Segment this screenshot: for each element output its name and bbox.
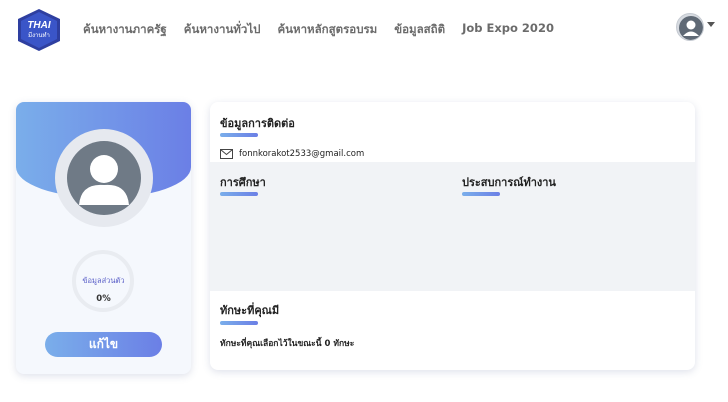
skills-title-underline bbox=[220, 321, 258, 325]
experience-section-title: ประสบการณ์ทำงาน bbox=[462, 176, 556, 189]
education-experience-panel: การศึกษา ประสบการณ์ทำงาน bbox=[210, 162, 695, 291]
chevron-down-icon[interactable] bbox=[707, 22, 715, 27]
user-silhouette-icon bbox=[67, 141, 141, 215]
profile-details-card: ข้อมูลการติดต่อ fonnkorakot2533@gmail.co… bbox=[210, 102, 695, 370]
svg-text:THAI: THAI bbox=[27, 20, 51, 31]
experience-title-underline bbox=[462, 192, 500, 196]
edit-profile-button[interactable]: แก้ไข bbox=[45, 332, 162, 357]
envelope-icon bbox=[220, 144, 233, 163]
main-nav: ค้นหางานภาครัฐ ค้นหางานทั่วไป ค้นหาหลักส… bbox=[83, 21, 571, 39]
nav-job-expo[interactable]: Job Expo 2020 bbox=[462, 21, 554, 39]
education-title-underline bbox=[220, 192, 258, 196]
education-section-title: การศึกษา bbox=[220, 176, 266, 189]
skills-section-title: ทักษะที่คุณมี bbox=[220, 304, 280, 317]
svg-text:มีงานทำ: มีงานทำ bbox=[28, 31, 50, 39]
nav-statistics[interactable]: ข้อมูลสถิติ bbox=[394, 21, 445, 39]
profile-progress-label: ข้อมูลส่วนตัว bbox=[82, 276, 125, 285]
thai-mee-ngan-tum-logo[interactable]: THAI มีงานทำ bbox=[16, 8, 62, 52]
user-avatar-icon[interactable] bbox=[676, 13, 704, 41]
nav-training-courses[interactable]: ค้นหาหลักสูตรอบรม bbox=[277, 21, 377, 39]
email-row: fonnkorakot2533@gmail.com bbox=[220, 144, 364, 163]
contact-title-underline bbox=[220, 133, 258, 137]
nav-government-jobs[interactable]: ค้นหางานภาครัฐ bbox=[83, 21, 167, 39]
nav-general-jobs[interactable]: ค้นหางานทั่วไป bbox=[184, 21, 261, 39]
profile-photo bbox=[55, 129, 153, 227]
top-navbar: THAI มีงานทำ ค้นหางานภาครัฐ ค้นหางานทั่ว… bbox=[0, 0, 728, 62]
email-address: fonnkorakot2533@gmail.com bbox=[239, 148, 365, 159]
profile-card: ข้อมูลส่วนตัว 0% แก้ไข bbox=[16, 102, 191, 374]
contact-section-title: ข้อมูลการติดต่อ bbox=[220, 117, 295, 130]
skills-summary: ทักษะที่คุณเลือกไว้ในขณะนี้ 0 ทักษะ bbox=[220, 339, 355, 349]
profile-progress-value: 0% bbox=[96, 294, 111, 304]
